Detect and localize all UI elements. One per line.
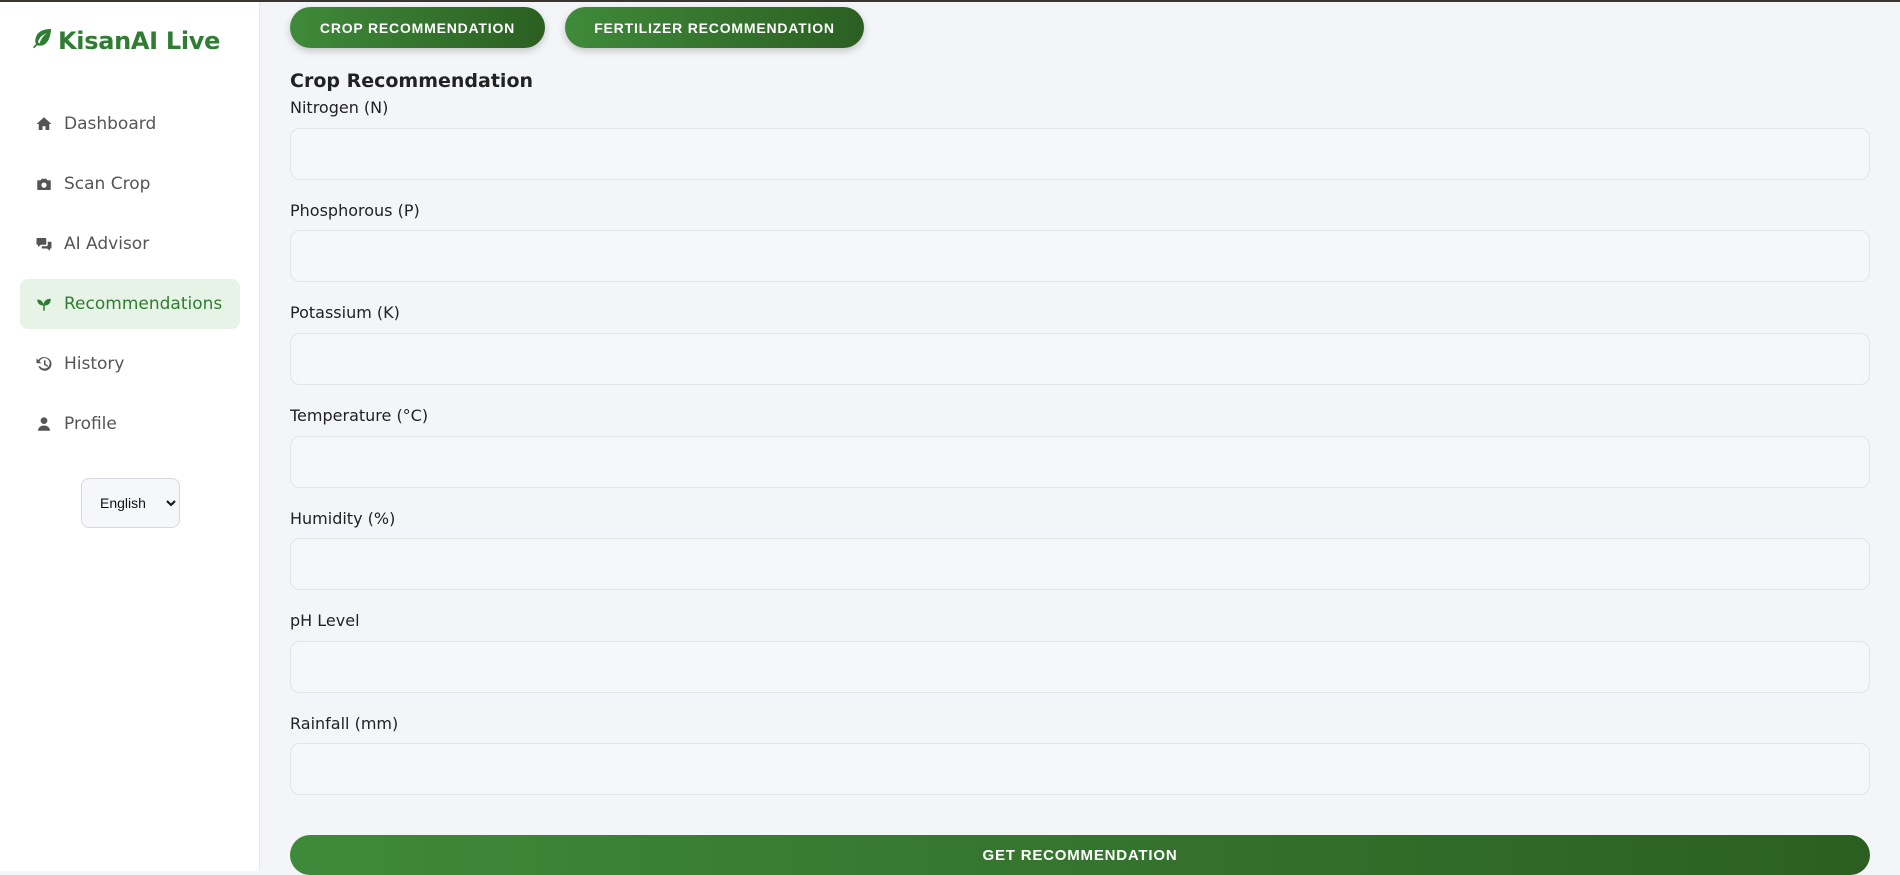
sidebar-item-history[interactable]: History bbox=[20, 339, 240, 389]
brand-logo[interactable]: KisanAI Live bbox=[30, 26, 220, 56]
humidity-label: Humidity (%) bbox=[290, 509, 396, 528]
home-icon bbox=[34, 114, 54, 134]
history-icon bbox=[34, 354, 54, 374]
main-content: CROP RECOMMENDATION FERTILIZER RECOMMEND… bbox=[290, 0, 1870, 875]
sidebar-item-label: AI Advisor bbox=[64, 234, 150, 254]
sidebar-item-scan-crop[interactable]: Scan Crop bbox=[20, 159, 240, 209]
potassium-input[interactable] bbox=[290, 333, 1870, 385]
sidebar-item-profile[interactable]: Profile bbox=[20, 399, 240, 449]
seedling-icon bbox=[34, 294, 54, 314]
phosphorous-label: Phosphorous (P) bbox=[290, 201, 420, 220]
leaf-icon bbox=[30, 26, 58, 56]
tab-crop-recommendation[interactable]: CROP RECOMMENDATION bbox=[290, 7, 545, 48]
sidebar-item-label: History bbox=[64, 354, 125, 374]
brand-name: KisanAI Live bbox=[58, 27, 221, 55]
user-icon bbox=[34, 414, 54, 434]
sidebar: KisanAI Live Dashboard Scan Crop AI Advi… bbox=[0, 2, 260, 871]
camera-icon bbox=[34, 174, 54, 194]
sidebar-item-dashboard[interactable]: Dashboard bbox=[20, 99, 240, 149]
chat-icon bbox=[34, 234, 54, 254]
phosphorous-input[interactable] bbox=[290, 230, 1870, 282]
sidebar-item-label: Scan Crop bbox=[64, 174, 151, 194]
ph-level-label: pH Level bbox=[290, 611, 360, 630]
sidebar-item-label: Recommendations bbox=[64, 294, 223, 314]
sidebar-item-ai-advisor[interactable]: AI Advisor bbox=[20, 219, 240, 269]
rainfall-label: Rainfall (mm) bbox=[290, 714, 399, 733]
humidity-input[interactable] bbox=[290, 538, 1870, 590]
rainfall-input[interactable] bbox=[290, 743, 1870, 795]
nitrogen-label: Nitrogen (N) bbox=[290, 98, 389, 117]
tab-fertilizer-recommendation[interactable]: FERTILIZER RECOMMENDATION bbox=[565, 7, 864, 48]
language-select[interactable]: English bbox=[81, 478, 180, 528]
get-recommendation-button[interactable]: GET RECOMMENDATION bbox=[290, 835, 1870, 875]
potassium-label: Potassium (K) bbox=[290, 303, 400, 322]
temperature-label: Temperature (°C) bbox=[290, 406, 429, 425]
nitrogen-input[interactable] bbox=[290, 128, 1870, 180]
ph-level-input[interactable] bbox=[290, 641, 1870, 693]
sidebar-item-recommendations[interactable]: Recommendations bbox=[20, 279, 240, 329]
form-title: Crop Recommendation bbox=[290, 70, 534, 92]
sidebar-item-label: Dashboard bbox=[64, 114, 157, 134]
sidebar-item-label: Profile bbox=[64, 414, 117, 434]
temperature-input[interactable] bbox=[290, 436, 1870, 488]
